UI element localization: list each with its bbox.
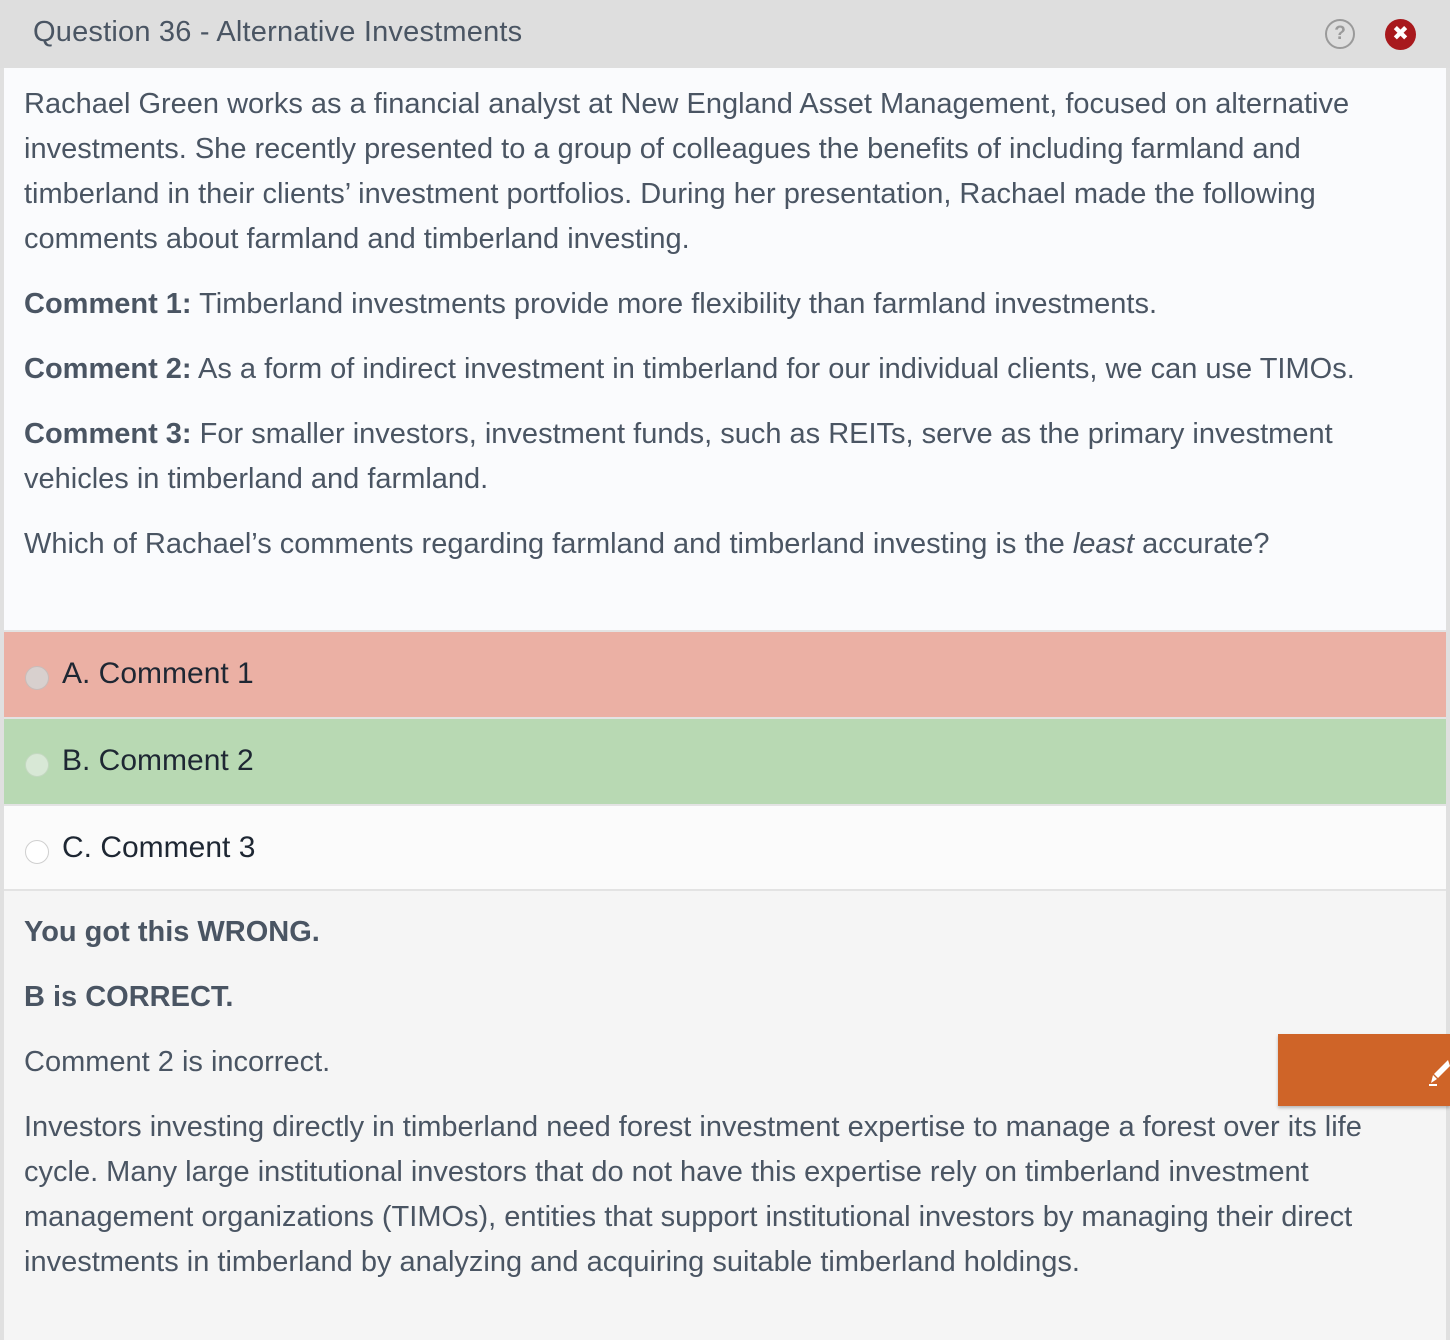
answer-a-radio[interactable] bbox=[25, 666, 49, 690]
comment-3-label: Comment 3: bbox=[24, 418, 192, 450]
comment-1-label: Comment 1: bbox=[24, 288, 192, 320]
feedback-explanation: Investors investing directly in timberla… bbox=[24, 1111, 1362, 1278]
question-window: Question 36 - Alternative Investments ? … bbox=[0, 0, 1450, 1340]
answer-list: A. Comment 1 B. Comment 2 C. Comment 3 bbox=[4, 630, 1446, 891]
feedback-panel: You got this WRONG. B is CORRECT. Commen… bbox=[4, 891, 1446, 1340]
prompt-before: Which of Rachael’s comments regarding fa… bbox=[24, 528, 1073, 560]
answer-b-label: B. Comment 2 bbox=[62, 744, 254, 777]
help-icon[interactable]: ? bbox=[1325, 19, 1355, 49]
comment-2-label: Comment 2: bbox=[24, 353, 192, 385]
answer-a-label: A. Comment 1 bbox=[62, 657, 254, 690]
comment-1-text: Timberland investments provide more flex… bbox=[191, 288, 1158, 320]
window-title: Question 36 - Alternative Investments bbox=[33, 16, 523, 48]
answer-option-b[interactable]: B. Comment 2 bbox=[4, 717, 1446, 804]
prompt-emphasis: least bbox=[1072, 528, 1135, 560]
comment-3-text: For smaller investors, investment funds,… bbox=[24, 418, 1333, 495]
question-prompt: Which of Rachael’s comments regarding fa… bbox=[24, 522, 1426, 567]
comment-2-text: As a form of indirect investment in timb… bbox=[191, 353, 1355, 385]
comment-2: Comment 2: As a form of indirect investm… bbox=[24, 347, 1426, 392]
answer-c-label: C. Comment 3 bbox=[62, 831, 256, 864]
close-icon[interactable]: ✖ bbox=[1385, 19, 1416, 50]
title-bar: Question 36 - Alternative Investments ? … bbox=[0, 0, 1450, 68]
pen-icon[interactable] bbox=[1428, 1058, 1450, 1086]
question-intro: Rachael Green works as a financial analy… bbox=[24, 88, 1350, 255]
question-body: Rachael Green works as a financial analy… bbox=[4, 68, 1446, 630]
prompt-after: accurate? bbox=[1134, 528, 1270, 560]
answer-c-radio[interactable] bbox=[25, 840, 49, 864]
result-text: You got this WRONG. bbox=[24, 916, 320, 948]
answer-option-a[interactable]: A. Comment 1 bbox=[4, 630, 1446, 717]
correct-answer-text: B is CORRECT. bbox=[24, 981, 234, 1013]
feedback-summary: Comment 2 is incorrect. bbox=[24, 1046, 331, 1078]
comment-1: Comment 1: Timberland investments provid… bbox=[24, 282, 1426, 327]
answer-b-radio[interactable] bbox=[25, 753, 49, 777]
annotation-pen-tab[interactable] bbox=[1278, 1034, 1450, 1106]
comment-3: Comment 3: For smaller investors, invest… bbox=[24, 412, 1426, 502]
answer-option-c[interactable]: C. Comment 3 bbox=[4, 804, 1446, 891]
